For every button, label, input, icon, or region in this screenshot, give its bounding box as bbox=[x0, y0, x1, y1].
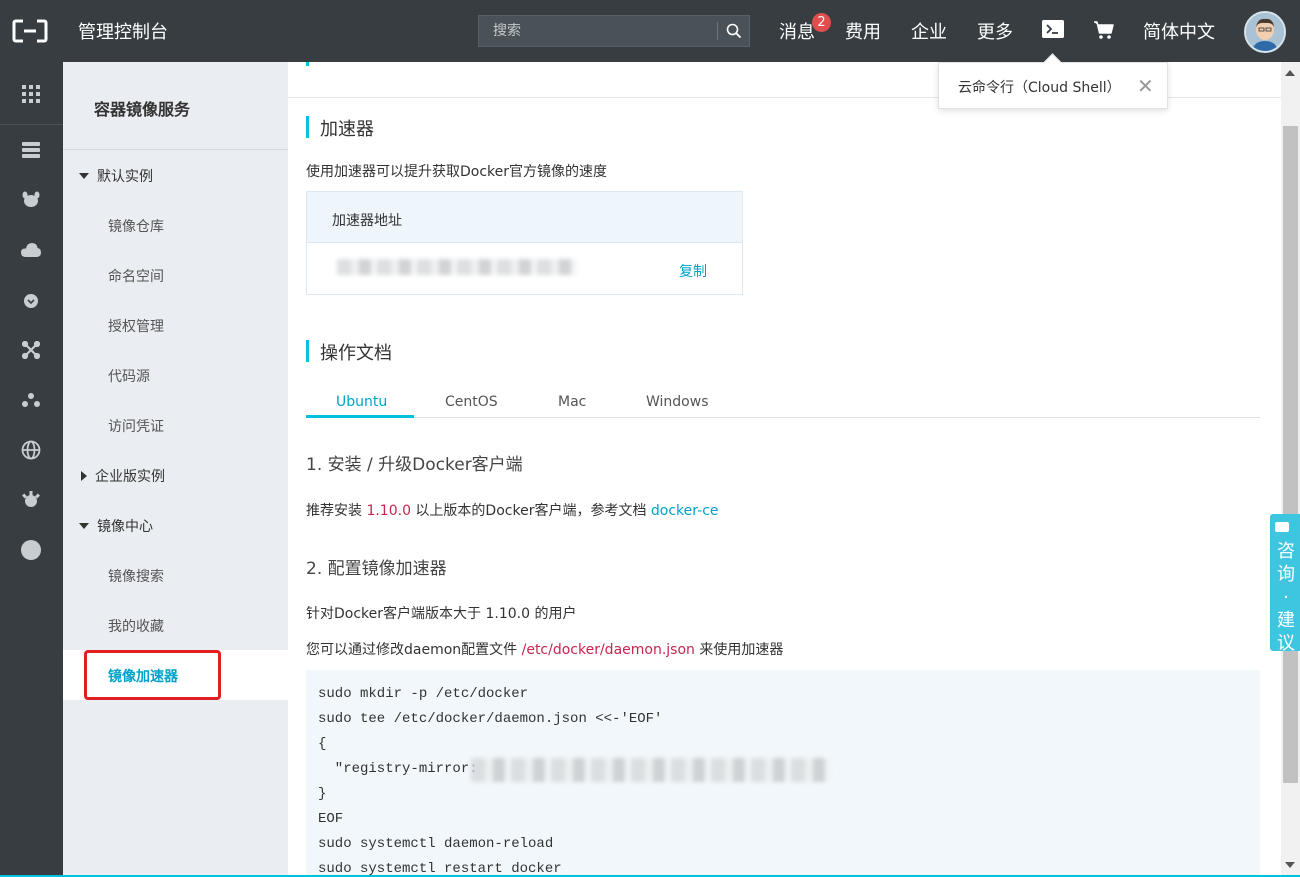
section-accent bbox=[306, 62, 309, 66]
server-icon[interactable] bbox=[18, 137, 44, 163]
tab-mac[interactable]: Mac bbox=[558, 394, 586, 410]
step-2-line-2: 您可以通过修改daemon配置文件 /etc/docker/daemon.jso… bbox=[306, 639, 783, 659]
search-icon bbox=[726, 23, 742, 39]
step-1-text-after: 以上版本的Docker客户端，参考文档 bbox=[410, 503, 651, 519]
tab-centos[interactable]: CentOS bbox=[445, 394, 498, 410]
nav-billing[interactable]: 费用 bbox=[845, 18, 881, 44]
sidebar-item-my-favorites[interactable]: 我的收藏 bbox=[108, 616, 164, 636]
code-line: { bbox=[318, 736, 327, 752]
rail-divider bbox=[0, 124, 63, 125]
cloud-download-icon[interactable] bbox=[18, 287, 44, 313]
redacted-mirror-url bbox=[471, 758, 831, 782]
sidebar-group-image-center[interactable]: 镜像中心 bbox=[79, 516, 153, 536]
code-line: sudo systemctl daemon-reload bbox=[318, 836, 554, 852]
nav-messages[interactable]: 消息 bbox=[779, 18, 815, 44]
user-avatar[interactable] bbox=[1244, 11, 1286, 53]
gear-cloud-icon[interactable] bbox=[18, 487, 44, 513]
tab-windows[interactable]: Windows bbox=[646, 394, 709, 410]
sidebar-item-code-source[interactable]: 代码源 bbox=[108, 366, 150, 386]
docker-ce-link[interactable]: docker-ce bbox=[651, 503, 719, 519]
docs-section-title: 操作文档 bbox=[306, 339, 392, 365]
copy-button[interactable]: 复制 bbox=[679, 261, 707, 281]
step-2-title: 2. 配置镜像加速器 bbox=[306, 559, 447, 579]
sidebar-group-label: 镜像中心 bbox=[97, 519, 153, 535]
code-block[interactable]: sudo mkdir -p /etc/docker sudo tee /etc/… bbox=[306, 670, 1260, 877]
cart-icon[interactable] bbox=[1093, 19, 1115, 41]
sidebar-item-image-search[interactable]: 镜像搜索 bbox=[108, 566, 164, 586]
step-1-title: 1. 安装 / 升级Docker客户端 bbox=[306, 455, 523, 475]
step-1-version: 1.10.0 bbox=[366, 503, 411, 519]
sidebar-group-label: 默认实例 bbox=[97, 169, 153, 185]
accelerator-section-title: 加速器 bbox=[306, 115, 374, 141]
step-1-text: 推荐安装 1.10.0 以上版本的Docker客户端，参考文档 docker-c… bbox=[306, 500, 719, 520]
sidebar-divider bbox=[63, 149, 288, 150]
aliyun-logo-icon[interactable] bbox=[12, 19, 48, 43]
scrollbar-thumb[interactable] bbox=[1283, 126, 1298, 783]
video-camera-icon bbox=[1275, 522, 1289, 532]
cloud-shell-icon[interactable] bbox=[1042, 20, 1064, 38]
active-tab-indicator bbox=[306, 415, 414, 418]
step-2-line-2-after: 来使用加速器 bbox=[694, 642, 784, 658]
sidebar-item-access-credentials[interactable]: 访问凭证 bbox=[108, 416, 164, 436]
accelerator-address-panel: 加速器地址 复制 bbox=[306, 191, 743, 295]
app-title[interactable]: 管理控制台 bbox=[78, 18, 168, 44]
apps-grid-icon[interactable] bbox=[18, 81, 44, 107]
messages-badge: 2 bbox=[812, 13, 831, 32]
globe-icon[interactable] bbox=[18, 437, 44, 463]
accelerator-address-label: 加速器地址 bbox=[332, 213, 402, 229]
accelerator-description: 使用加速器可以提升获取Docker官方镜像的速度 bbox=[306, 164, 608, 180]
top-navigation-bar: 管理控制台 消息 2 费用 企业 更多 简体中文 bbox=[0, 0, 1300, 62]
sidebar-group-enterprise-instance[interactable]: 企业版实例 bbox=[79, 466, 165, 486]
scroll-up-arrow-icon[interactable] bbox=[1285, 70, 1295, 76]
redacted-address bbox=[337, 259, 577, 275]
search-input[interactable] bbox=[479, 16, 717, 46]
main-content: 加速器 使用加速器可以提升获取Docker官方镜像的速度 加速器地址 复制 操作… bbox=[288, 62, 1281, 877]
nav-more[interactable]: 更多 bbox=[977, 18, 1013, 44]
network-cross-icon[interactable] bbox=[18, 337, 44, 363]
daemon-json-path: /etc/docker/daemon.json bbox=[521, 642, 695, 658]
caret-right-icon bbox=[81, 471, 87, 481]
language-switch[interactable]: 简体中文 bbox=[1143, 18, 1215, 44]
caret-down-icon bbox=[79, 173, 89, 179]
consult-label: 咨询·建议 bbox=[1277, 541, 1295, 654]
sidebar-group-label: 企业版实例 bbox=[95, 469, 165, 485]
product-icon-rail bbox=[0, 62, 63, 877]
code-line: EOF bbox=[318, 811, 344, 827]
sidebar-group-default-instance[interactable]: 默认实例 bbox=[79, 166, 153, 186]
circle-icon[interactable] bbox=[18, 537, 44, 563]
os-tabs: Ubuntu CentOS Mac Windows bbox=[306, 388, 1260, 418]
code-line: } bbox=[318, 786, 327, 802]
accelerator-panel-header: 加速器地址 bbox=[307, 192, 742, 243]
sidebar-item-repositories[interactable]: 镜像仓库 bbox=[108, 216, 164, 236]
step-1-text-before: 推荐安装 bbox=[306, 503, 367, 519]
step-2-line-1: 针对Docker客户端版本大于 1.10.0 的用户 bbox=[306, 606, 577, 622]
sidebar-title: 容器镜像服务 bbox=[94, 100, 191, 119]
cluster-icon[interactable] bbox=[18, 387, 44, 413]
code-line: sudo tee /etc/docker/daemon.json <<-'EOF… bbox=[318, 711, 663, 727]
nav-enterprise[interactable]: 企业 bbox=[911, 18, 947, 44]
service-sidebar: 容器镜像服务 默认实例 镜像仓库 命名空间 授权管理 代码源 访问凭证 企业版实… bbox=[63, 62, 288, 877]
scroll-down-arrow-icon[interactable] bbox=[1285, 862, 1295, 868]
close-icon[interactable]: ✕ bbox=[1137, 76, 1154, 96]
step-2-line-2-before: 您可以通过修改daemon配置文件 bbox=[306, 642, 522, 658]
cloud-shell-tooltip: 云命令行（Cloud Shell） ✕ bbox=[938, 62, 1168, 109]
tab-ubuntu[interactable]: Ubuntu bbox=[336, 394, 387, 410]
consult-feedback-button[interactable]: 咨询·建议 bbox=[1270, 514, 1300, 654]
highlight-box bbox=[84, 650, 221, 700]
puppy-icon[interactable] bbox=[18, 187, 44, 213]
tooltip-text: 云命令行（Cloud Shell） bbox=[958, 80, 1121, 96]
search-button[interactable] bbox=[718, 16, 750, 46]
search-box bbox=[478, 15, 750, 47]
sidebar-item-namespaces[interactable]: 命名空间 bbox=[108, 266, 164, 286]
cloud-upload-icon[interactable] bbox=[18, 237, 44, 263]
code-line: sudo mkdir -p /etc/docker bbox=[318, 686, 529, 702]
code-line: "registry-mirror: bbox=[318, 761, 478, 777]
caret-down-icon bbox=[79, 523, 89, 529]
sidebar-item-authorization[interactable]: 授权管理 bbox=[108, 316, 164, 336]
